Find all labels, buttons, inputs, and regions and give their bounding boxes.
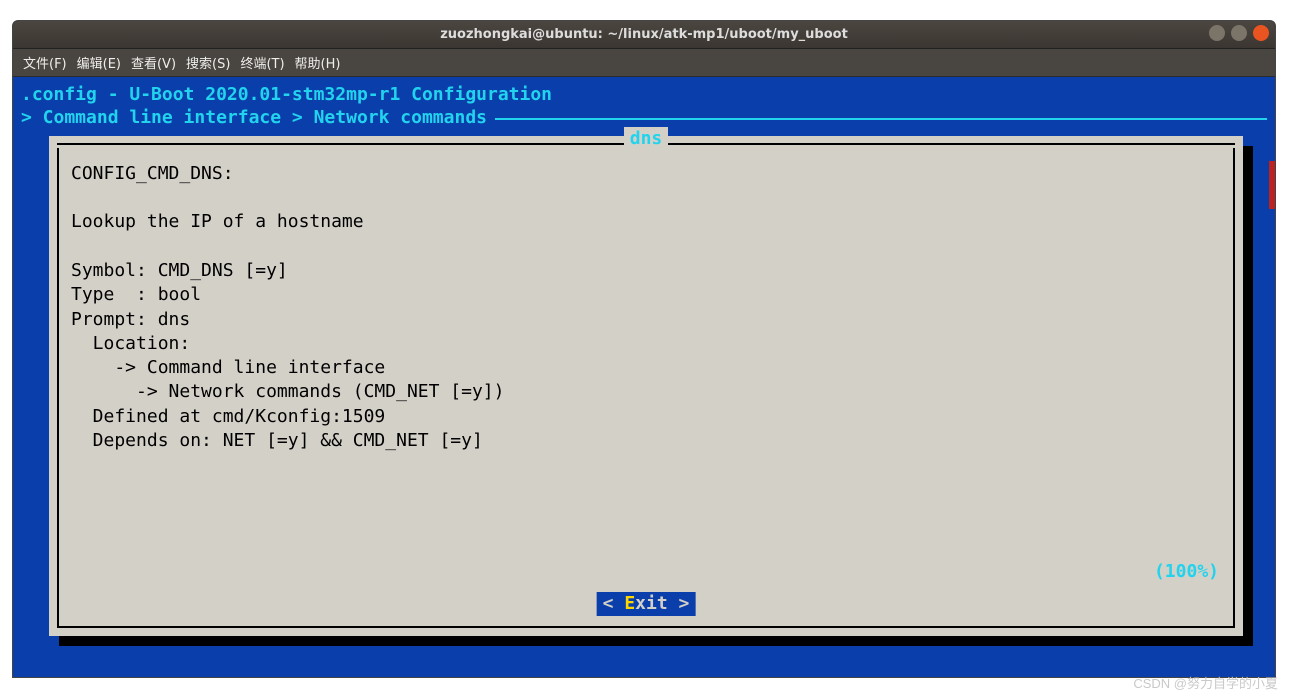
help-content: CONFIG_CMD_DNS: Lookup the IP of a hostn… [71,162,1221,454]
breadcrumb-text: > Command line interface > Network comma… [21,106,487,129]
config-title: .config - U-Boot 2020.01-stm32mp-r1 Conf… [21,83,1267,106]
maximize-icon[interactable] [1231,25,1247,41]
watermark: CSDN @努力自学的小夏 [1133,673,1278,692]
menu-edit[interactable]: 编辑(E) [77,53,121,72]
window-controls [1209,25,1269,41]
titlebar: zuozhongkai@ubuntu: ~/linux/atk-mp1/uboo… [13,21,1275,49]
minimize-icon[interactable] [1209,25,1225,41]
window-title: zuozhongkai@ubuntu: ~/linux/atk-mp1/uboo… [13,27,1275,42]
menubar: 文件(F) 编辑(E) 查看(V) 搜索(S) 终端(T) 帮助(H) [13,49,1275,77]
scrollbar-marker [1269,161,1275,209]
scroll-percent: (100%) [1154,560,1219,583]
terminal-viewport[interactable]: .config - U-Boot 2020.01-stm32mp-r1 Conf… [13,77,1275,677]
dialog-title: dns [624,127,669,150]
help-dialog: dns CONFIG_CMD_DNS: Lookup the IP of a h… [49,136,1243,636]
exit-button[interactable]: < Exit > [597,592,696,615]
close-icon[interactable] [1253,25,1269,41]
menu-help[interactable]: 帮助(H) [295,53,341,72]
menu-search[interactable]: 搜索(S) [186,53,230,72]
dialog-inner: CONFIG_CMD_DNS: Lookup the IP of a hostn… [57,148,1235,628]
help-dialog-wrap: dns CONFIG_CMD_DNS: Lookup the IP of a h… [49,136,1243,636]
terminal-window: zuozhongkai@ubuntu: ~/linux/atk-mp1/uboo… [12,20,1276,678]
menu-file[interactable]: 文件(F) [23,53,67,72]
menu-terminal[interactable]: 终端(T) [240,53,284,72]
breadcrumb-rule [495,118,1267,120]
exit-hotkey: E [624,593,635,614]
menu-view[interactable]: 查看(V) [131,53,176,72]
